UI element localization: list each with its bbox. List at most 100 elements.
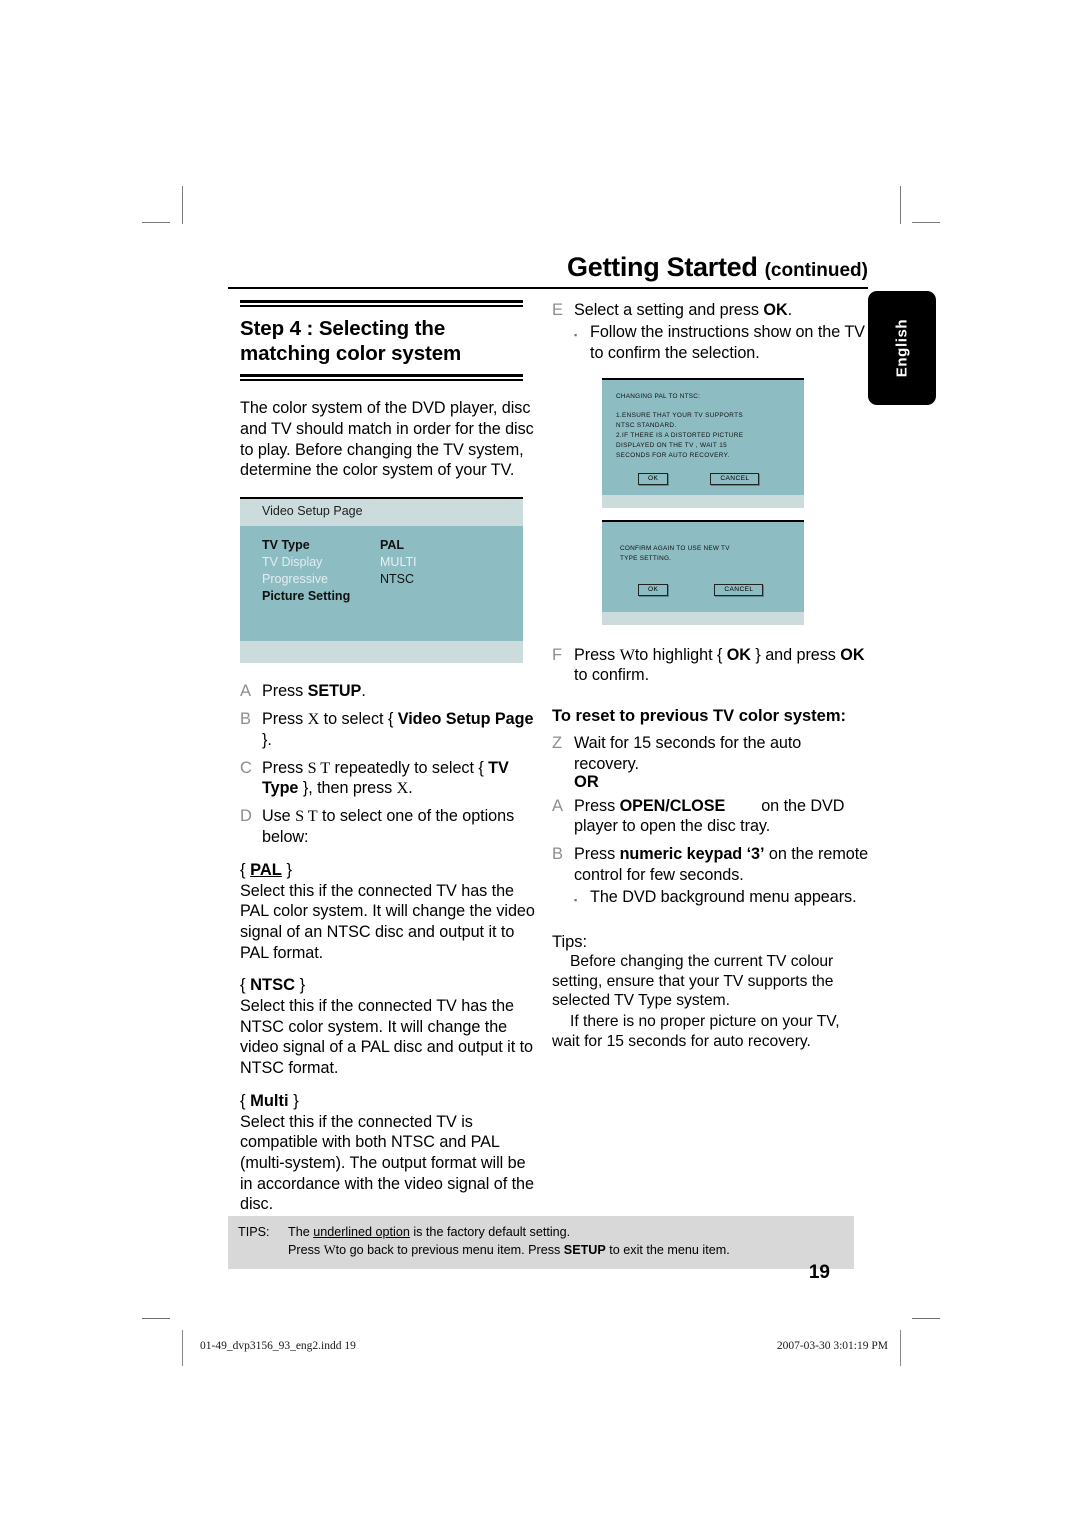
step-f-p3: } and press <box>750 645 841 664</box>
or-separator: OR <box>574 772 599 791</box>
step-reset-b: B Press numeric keypad ‘3’ on the remote… <box>552 844 870 885</box>
step-a-bold: OPEN/CLOSE <box>619 796 726 815</box>
step-letter: E <box>552 301 563 319</box>
osd-row-value: MULTI <box>380 555 417 570</box>
step-letter: A <box>552 796 563 815</box>
step-f: F Press Wto highlight { OK } and press O… <box>552 645 870 686</box>
print-footer-filename: 01-49_dvp3156_93_eng2.indd 19 <box>200 1340 356 1352</box>
tv-dialog-body: CHANGING PAL TO NTSC: 1.ENSURE THAT YOUR… <box>602 379 804 495</box>
step-text: Wait for 15 seconds for the auto recover… <box>574 734 802 773</box>
tv-dialog-confirm-again: CONFIRM AGAIN TO USE NEW TV TYPE SETTING… <box>602 519 804 625</box>
bullet-icon: ▪ <box>574 894 578 905</box>
step-text: Select a setting and press OK. <box>574 300 870 321</box>
tv-dialog-cancel-button[interactable]: CANCEL <box>714 583 764 596</box>
osd-row-value: NTSC <box>380 572 415 587</box>
crop-mark-top-right-horizontal <box>912 222 940 223</box>
step-title: Step 4 : Selecting the matching color sy… <box>240 317 462 366</box>
left-column: Step 4 : Selecting the matching color sy… <box>240 300 540 1215</box>
page-number: 19 <box>808 1262 830 1283</box>
crop-mark-bottom-left-horizontal <box>142 1318 170 1319</box>
right-column: E Select a setting and press OK. ▪ Follo… <box>552 300 870 1052</box>
option-name: PAL <box>250 860 282 879</box>
step-f-p4: to confirm. <box>574 666 650 685</box>
step-title-rule-bottom <box>240 374 523 382</box>
tips-line1-underlined: underlined option <box>313 1225 410 1239</box>
step-e-bullet-text: Follow the instructions show on the TV t… <box>590 323 865 362</box>
osd-row-label: TV Type <box>262 538 310 553</box>
tips-line1-a: The <box>288 1225 314 1239</box>
step-e-lead: Select a setting and press <box>574 301 764 319</box>
step-b-p1: Press <box>574 845 620 864</box>
tips-line2-bold: SETUP <box>563 1243 606 1258</box>
tv-dialog-buttons: OK CANCEL <box>620 583 794 596</box>
tips-line2-a: Press <box>288 1243 324 1258</box>
osd-row: TV Type PAL <box>262 537 523 554</box>
crop-mark-bottom-right-vertical <box>900 1330 901 1366</box>
tips-line2-c: to exit the menu item. <box>605 1243 730 1258</box>
option-heading-pal: { PAL } <box>240 860 292 879</box>
intro-paragraph: The color system of the DVD player, disc… <box>240 399 534 480</box>
step-e-bold: OK <box>763 301 788 319</box>
tv-dialog-line: TYPE SETTING. <box>620 554 672 562</box>
step-a-p1: Press <box>574 796 620 815</box>
option-heading-multi: { Multi } <box>240 1091 299 1110</box>
osd-row-label: Picture Setting <box>262 589 351 604</box>
language-tab-label: English <box>893 318 911 378</box>
option-name: NTSC <box>250 976 296 995</box>
step-letter: C <box>240 758 252 777</box>
step-f-ok1: OK <box>726 645 751 664</box>
osd-row: Progressive NTSC <box>262 571 523 588</box>
osd-row-label: TV Display <box>262 555 323 570</box>
tv-dialog-footer <box>602 494 804 508</box>
tips-line2-b: to go back to previous menu item. Press <box>335 1243 564 1258</box>
tips-footer-label: TIPS: <box>238 1225 270 1239</box>
step-z: Z Wait for 15 seconds for the auto recov… <box>552 733 870 774</box>
step-letter: Z <box>552 734 563 753</box>
step-letter: A <box>240 682 251 701</box>
tips-footer-bar: TIPS: The underlined option is the facto… <box>228 1216 854 1269</box>
tv-dialog-line: 1.ENSURE THAT YOUR TV SUPPORTS <box>616 411 743 419</box>
step-a: A Press SETUP. <box>240 681 540 702</box>
bullet-icon: ▪ <box>574 330 578 341</box>
osd-row-value: PAL <box>380 538 405 553</box>
crop-mark-top-left-horizontal <box>142 222 170 223</box>
tv-dialog-changing-pal-to-ntsc: CHANGING PAL TO NTSC: 1.ENSURE THAT YOUR… <box>602 377 804 508</box>
tv-dialog-footer <box>602 611 804 625</box>
step-title-rule-top <box>240 300 523 307</box>
osd-row-label: Progressive <box>262 572 328 587</box>
tv-dialog-line: CONFIRM AGAIN TO USE NEW TV <box>620 544 730 552</box>
tips-paragraph: If there is no proper picture on your TV… <box>552 1013 840 1051</box>
step-d: D Use S T to select one of the options b… <box>240 806 540 847</box>
step-b-bullet-text: The DVD background menu appears. <box>590 887 857 906</box>
tv-dialog-line: NTSC STANDARD. <box>616 421 677 429</box>
step-f-p2: to highlight { <box>634 645 727 664</box>
tips-line1-b: is the factory default setting. <box>409 1225 571 1239</box>
step-f-p1: Press <box>574 645 620 664</box>
step-b-bullet: ▪ The DVD background menu appears. <box>574 887 870 913</box>
left-arrow-icon: W <box>619 645 635 664</box>
steps-list: A Press SETUP. B Press X to select { Vid… <box>240 681 540 848</box>
step-text: Press X to select { Video Setup Page }. <box>262 710 534 749</box>
tv-dialog-lines: 1.ENSURE THAT YOUR TV SUPPORTS NTSC STAN… <box>616 411 794 461</box>
osd-body: TV Type PAL TV Display MULTI Progressive NT… <box>240 526 523 642</box>
tv-dialog-cancel-button[interactable]: CANCEL <box>710 472 760 485</box>
osd-footer <box>240 641 523 664</box>
tv-dialog-ok-button[interactable]: OK <box>638 472 669 485</box>
crop-mark-top-right-vertical <box>900 186 901 224</box>
option-body-ntsc: Select this if the connected TV has the … <box>240 997 534 1078</box>
step-reset-a: A Press OPEN/CLOSE on the DVD player to o… <box>552 796 870 837</box>
page-title: Getting Started <box>567 252 758 282</box>
tv-dialog-title: CHANGING PAL TO NTSC: <box>616 392 701 400</box>
page-title-continued: (continued) <box>764 260 868 281</box>
step-letter: B <box>552 845 563 864</box>
tv-dialog-buttons: OK CANCEL <box>616 472 794 485</box>
step-text: Press Wto highlight { OK } and press OK … <box>574 645 870 686</box>
step-letter: D <box>240 807 252 826</box>
option-heading-ntsc: { NTSC } <box>240 976 306 995</box>
tv-dialog-ok-button[interactable]: OK <box>638 583 669 596</box>
step-letter: B <box>240 710 251 729</box>
tv-dialog-body: CONFIRM AGAIN TO USE NEW TV TYPE SETTING… <box>602 521 804 612</box>
step-text: Press S T repeatedly to select { TV Type… <box>262 758 509 798</box>
step-c: C Press S T repeatedly to select { TV Ty… <box>240 758 540 799</box>
reset-heading: To reset to previous TV color system: <box>552 707 847 726</box>
